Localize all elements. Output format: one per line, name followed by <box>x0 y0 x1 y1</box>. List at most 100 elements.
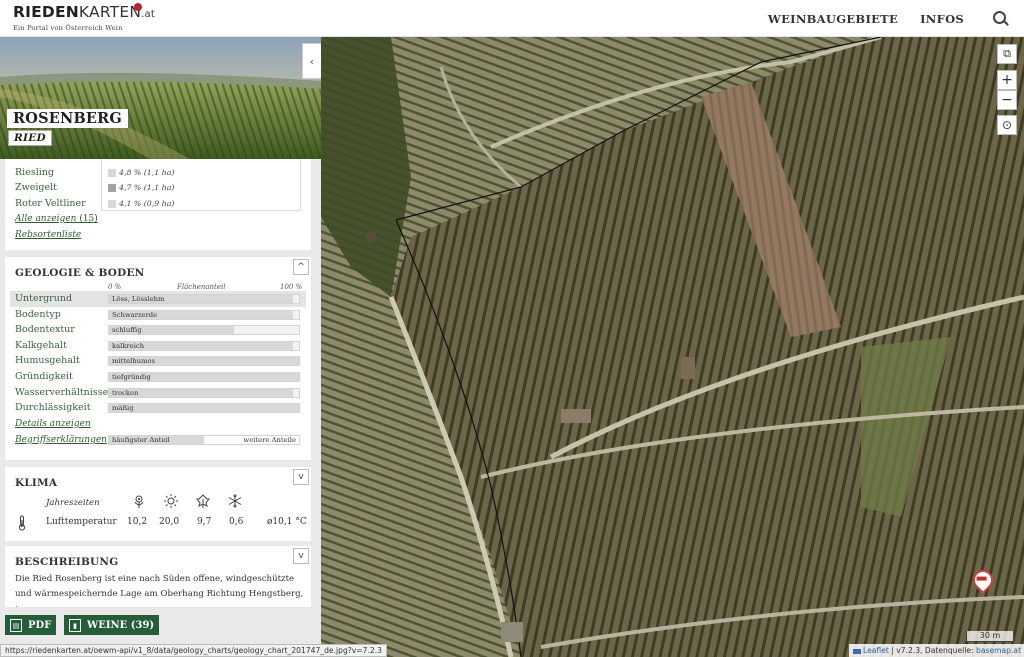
chevron-left-icon: ‹ <box>309 54 315 68</box>
klima-title: KLIMA <box>15 477 58 489</box>
sorte-bar-riesling <box>108 169 116 177</box>
thermometer-icon <box>18 515 26 531</box>
plus-icon: + <box>1001 72 1013 88</box>
share-legend: häufigster Anteil weitere Anteile <box>108 435 300 445</box>
leaflet-link[interactable]: Leaflet <box>863 646 889 655</box>
pdf-button[interactable]: ▤ PDF <box>5 615 57 635</box>
geologie-title: GEOLOGIE & BODEN <box>15 267 145 279</box>
attrib-text: | v7.2.3, Datenquelle: <box>888 646 977 655</box>
weine-button-label: WEINE (39) <box>87 619 155 631</box>
sorte-bar-roter-veltliner <box>108 200 116 208</box>
nav-weinbaugebiete[interactable]: WEINBAUGEBIETE <box>768 12 898 26</box>
geologie-row-value: tiefgründig <box>112 373 151 381</box>
autumn-leaf-icon <box>196 494 210 508</box>
logo-bold: RIEDEN <box>13 3 79 21</box>
collapse-panel-button[interactable]: ‹ <box>302 43 321 79</box>
geologie-row[interactable]: Durchlässigkeit mäßig <box>10 400 306 416</box>
snowflake-icon <box>228 494 242 508</box>
geologie-row-label: Durchlässigkeit <box>15 402 91 414</box>
geologie-row-label: Untergrund <box>15 293 73 304</box>
search-icon[interactable] <box>986 4 1016 34</box>
details-link[interactable]: Details anzeigen <box>15 419 91 429</box>
rebsortenliste-link[interactable]: Rebsortenliste <box>15 230 81 240</box>
geologie-row-label: Gründigkeit <box>15 371 73 382</box>
geologie-row-bar: mäßig <box>108 403 300 414</box>
geologie-row-label: Bodentextur <box>15 324 75 336</box>
geologie-row-value: mäßig <box>112 404 134 413</box>
chevron-down-icon: v <box>298 472 304 482</box>
temp-winter: 0,6 <box>229 517 244 527</box>
legend-other: weitere Anteile <box>243 436 296 444</box>
geologie-toggle-button[interactable]: ^ <box>293 259 309 275</box>
nav-infos[interactable]: INFOS <box>920 12 964 26</box>
sorte-label-zweigelt: Zweigelt <box>15 182 57 193</box>
sorte-label-roter-veltliner: Roter Veltliner <box>15 198 86 209</box>
logo-tld: .at <box>141 9 155 20</box>
temp-autumn: 9,7 <box>197 517 212 527</box>
geologie-row-value: Löss, Lösslehm <box>112 295 165 303</box>
geologie-row-bar: tiefgründig <box>108 372 300 382</box>
geologie-row[interactable]: Kalkgehalt kalkreich <box>10 338 306 354</box>
chevron-down-icon: v <box>298 551 304 561</box>
sun-icon <box>164 494 178 508</box>
logo[interactable]: RIEDENKARTEN.at Ein Portal von Österreic… <box>13 3 155 32</box>
sorte-value-roter-veltliner: 4,1 % (0,9 ha) <box>119 199 175 208</box>
logo-light: KARTEN <box>78 3 142 21</box>
geologie-row[interactable]: Untergrund Löss, Lösslehm <box>10 291 306 307</box>
temp-summer: 20,0 <box>159 517 180 527</box>
seasons-label: Jahreszeiten <box>46 498 100 508</box>
geologie-row-label: Wasserverhältnisse <box>15 386 109 398</box>
crosshair-icon: ⊙ <box>1001 118 1013 132</box>
ried-hero-image: ROSENBERG RIED <box>0 37 321 159</box>
geologie-row[interactable]: Wasserverhältnisse trocken <box>10 385 306 401</box>
pdf-button-label: PDF <box>28 619 52 631</box>
temp-spring: 10,2 <box>127 517 148 527</box>
axis-start: 0 % <box>108 283 122 291</box>
minus-icon: − <box>1001 92 1013 108</box>
geologie-row[interactable]: Bodentextur schluffig <box>10 322 306 338</box>
geologie-row-value: schluffig <box>112 326 142 335</box>
geologie-row-bar: schluffig <box>108 325 300 336</box>
legend-main: häufigster Anteil <box>112 436 170 444</box>
geologie-row-bar: mittelhumos <box>108 356 300 367</box>
geologie-row-value: mittelhumos <box>112 357 156 366</box>
show-all-sorten-link[interactable]: Alle anzeigen <box>15 214 76 224</box>
ukraine-flag-icon <box>853 648 861 654</box>
sorte-value-zweigelt: 4,7 % (1,1 ha) <box>119 183 175 192</box>
aerial-imagery <box>321 37 1024 657</box>
show-all-sorten-line: Alle anzeigen (15) <box>15 214 98 224</box>
geologie-row-label: Kalkgehalt <box>15 339 67 351</box>
axis-end: 100 % <box>280 283 303 291</box>
sorte-value-riesling: 4,8 % (1,1 ha) <box>119 168 175 177</box>
layers-icon: ⧉ <box>1003 47 1011 60</box>
geologie-row-bar: Löss, Lösslehm <box>108 294 300 304</box>
logo-tagline: Ein Portal von Österreich Wein <box>13 24 123 32</box>
geologie-row[interactable]: Humusgehalt mittelhumos <box>10 353 306 369</box>
rebsorten-card: Riesling 4,8 % (1,1 ha) Zweigelt 4,7 % (… <box>5 159 311 250</box>
marker-stripe <box>976 576 987 581</box>
locate-button[interactable]: ⊙ <box>997 115 1017 135</box>
layers-button[interactable]: ⧉ <box>997 44 1017 64</box>
geologie-row-bar: trocken <box>108 387 300 398</box>
geologie-row[interactable]: Gründigkeit tiefgründig <box>10 369 306 385</box>
begriffe-link[interactable]: Begriffserklärungen <box>15 435 107 445</box>
austria-flag-icon <box>134 3 142 11</box>
zoom-in-button[interactable]: + <box>997 70 1017 90</box>
document-icon: ▤ <box>10 618 22 632</box>
weine-button[interactable]: ▮ WEINE (39) <box>64 615 160 635</box>
klima-toggle-button[interactable]: v <box>293 469 309 485</box>
temp-average: ø10,1 °C <box>267 517 307 527</box>
sorte-label-riesling: Riesling <box>15 167 54 178</box>
map-view[interactable]: ⧉ + − ⊙ 30 m Leaflet | v7.2.3, Datenquel… <box>321 37 1024 657</box>
basemap-link[interactable]: basemap.at <box>976 646 1021 655</box>
geologie-row[interactable]: Bodentyp Schwarzerde <box>10 307 306 323</box>
top-bar: RIEDENKARTEN.at Ein Portal von Österreic… <box>0 0 1024 37</box>
beschreibung-toggle-button[interactable]: v <box>293 548 309 564</box>
geologie-row-value: kalkreich <box>112 341 145 350</box>
chevron-up-icon: ^ <box>297 262 305 272</box>
sorten-count: (15) <box>79 214 98 224</box>
geologie-row-bar: kalkreich <box>108 340 300 351</box>
scale-bar: 30 m <box>966 631 1014 642</box>
zoom-out-button[interactable]: − <box>997 90 1017 110</box>
geologie-row-value: trocken <box>112 388 139 397</box>
